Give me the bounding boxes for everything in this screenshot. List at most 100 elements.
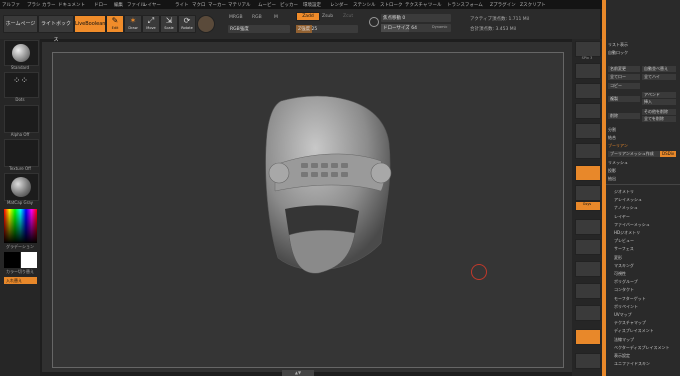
subpalette-item[interactable]: ベクターディスプレイスメント — [614, 345, 669, 351]
menu-item[interactable]: ドロー — [94, 2, 108, 8]
material-selector[interactable] — [4, 173, 39, 201]
rs-frame-icon[interactable] — [575, 165, 601, 181]
subpalette-item[interactable]: サーフェス — [614, 246, 634, 252]
brush-selector[interactable] — [4, 40, 39, 66]
main-color-swatch[interactable] — [4, 252, 20, 268]
rs-tool-2[interactable] — [575, 83, 601, 99]
menu-item[interactable]: トランスフォーム — [447, 2, 483, 8]
alpha-selector[interactable] — [4, 105, 39, 133]
subpalette-item[interactable]: テクスチャマップ — [614, 320, 646, 326]
menu-item[interactable]: マクロ — [192, 2, 206, 8]
subpalette-item[interactable]: 法線マップ — [614, 337, 634, 343]
focal-shift-icon[interactable] — [369, 17, 379, 27]
menu-item[interactable]: ライト — [175, 2, 189, 8]
subpalette-item[interactable]: UVマップ — [614, 312, 632, 318]
menu-item[interactable]: ステンシル — [353, 2, 376, 8]
rs-tool-12[interactable] — [575, 283, 601, 299]
viewport-bottom-handle[interactable]: ▲▼ — [282, 370, 314, 376]
spix-icon[interactable] — [575, 41, 601, 57]
insert-button[interactable]: 挿入 — [642, 99, 676, 105]
zcut-toggle[interactable]: Zcut — [343, 14, 353, 19]
menu-item[interactable]: Zスクリプト — [520, 2, 546, 8]
lightbox-button[interactable]: ライトボックス — [38, 15, 74, 43]
rs-tool-13[interactable] — [575, 305, 601, 321]
scale-button[interactable]: ⇲ Scale — [160, 15, 178, 33]
material-swatch-button[interactable] — [197, 15, 215, 33]
zsub-toggle[interactable]: Zsub — [322, 14, 333, 19]
remesh-item[interactable]: リメッシュ — [608, 160, 628, 166]
rs-tool-9[interactable] — [575, 219, 601, 235]
panel-item[interactable]: リスト表示 — [608, 42, 628, 48]
canvas[interactable] — [52, 52, 564, 368]
subpalette-item[interactable]: レイヤー — [614, 214, 630, 220]
subpalette-item[interactable]: コンタクト — [614, 287, 634, 293]
rs-tool-3[interactable] — [575, 103, 601, 119]
subpalette-item[interactable]: ファイバーメッシュ — [614, 222, 650, 228]
subpalette-item[interactable]: モーフターゲット — [614, 296, 646, 302]
rgb-intensity-slider[interactable]: RGB強度 — [228, 25, 290, 33]
subpalette-item[interactable]: アレイメッシュ — [614, 197, 642, 203]
home-button[interactable]: ホームページ — [3, 15, 38, 33]
rgb-toggle[interactable]: RGB — [252, 15, 262, 20]
focal-shift-slider[interactable]: 焦点移動 0 — [381, 14, 451, 22]
all-high-button[interactable]: 全てハイ — [642, 74, 676, 80]
subpalette-item[interactable]: ナノメッシュ — [614, 205, 638, 211]
m-toggle[interactable]: M — [274, 15, 278, 20]
color-picker[interactable] — [4, 209, 37, 243]
menu-item[interactable]: レンダー — [330, 2, 348, 8]
delete-all-button[interactable]: 全てを削除 — [642, 116, 676, 122]
merge-item[interactable]: 結合 — [608, 135, 616, 141]
menu-item[interactable]: ストローク — [380, 2, 403, 8]
rs-tool-10[interactable] — [575, 239, 601, 255]
menu-item[interactable]: ドキュメント — [58, 2, 85, 8]
menu-item[interactable]: ピッカー — [280, 2, 298, 8]
subpalette-item[interactable]: 変形 — [614, 255, 622, 261]
menu-item[interactable]: ムービー — [258, 2, 276, 8]
texture-selector[interactable] — [4, 139, 39, 167]
rs-tool-15[interactable] — [575, 353, 601, 369]
edit-button[interactable]: ✎ Edit — [106, 15, 124, 33]
move-button[interactable]: ⤢ Move — [142, 15, 160, 33]
rename-button[interactable]: 名前変更 — [608, 66, 640, 72]
delete-others-button[interactable]: その他を削除 — [642, 109, 676, 115]
rs-tool-4[interactable] — [575, 123, 601, 139]
project-item[interactable]: 投影 — [608, 168, 616, 174]
menu-item[interactable]: マテリアル — [228, 2, 250, 8]
menu-item[interactable]: テクスチャ — [405, 2, 427, 8]
menu-item[interactable]: 編集 — [114, 2, 123, 8]
dsdiv-button[interactable]: DSDiv — [660, 151, 676, 157]
delete-button[interactable]: 削除 — [608, 113, 640, 119]
subpalette-item[interactable]: ポリペイント — [614, 304, 638, 310]
liveboolean-button[interactable]: LiveBoolean — [74, 15, 106, 33]
z-intensity-slider[interactable]: Z強度 25 — [296, 25, 358, 33]
menu-item[interactable]: アルファ — [2, 2, 20, 8]
rs-tool-5[interactable] — [575, 143, 601, 159]
subpalette-item[interactable]: HDジオメトリ — [614, 230, 640, 236]
all-low-button[interactable]: 全てロー — [608, 74, 640, 80]
secondary-color-swatch[interactable] — [21, 252, 37, 268]
zadd-toggle[interactable]: Zadd — [296, 12, 320, 21]
split-item[interactable]: 分割 — [608, 127, 616, 133]
panel-item[interactable]: 自動ロック — [608, 50, 628, 56]
menu-item[interactable]: Zプラグイン — [490, 2, 516, 8]
subpalette-item[interactable]: ポリグループ — [614, 279, 638, 285]
subpalette-item[interactable]: ジオメトリ — [614, 189, 634, 195]
auto-sort-button[interactable]: 自動並べ替え — [642, 66, 676, 72]
copy-button[interactable]: コピー — [608, 83, 640, 89]
subpalette-item[interactable]: プレビュー — [614, 238, 634, 244]
rs-solo-icon[interactable] — [575, 329, 601, 345]
subpalette-item[interactable]: ディスプレイスメント — [614, 328, 654, 334]
subpalette-item[interactable]: 可視性 — [614, 271, 626, 277]
stroke-selector[interactable]: ⁘⁘ — [4, 72, 39, 98]
subpalette-item[interactable]: マスキング — [614, 263, 634, 269]
menu-item[interactable]: ブラシ — [27, 2, 40, 8]
swap-button[interactable]: 入れ替え — [4, 277, 37, 284]
rs-tool-1[interactable] — [575, 63, 601, 79]
menu-item[interactable]: レイヤー — [143, 2, 161, 8]
mrgb-toggle[interactable]: MRGB — [229, 15, 243, 20]
menu-item[interactable]: カラー — [42, 2, 56, 8]
subpalette-item[interactable]: 表示設定 — [614, 353, 630, 359]
rs-tool-7[interactable] — [575, 185, 601, 201]
menu-item[interactable]: マーカー — [208, 2, 226, 8]
rotate-button[interactable]: ⟳ Rotate — [178, 15, 196, 33]
